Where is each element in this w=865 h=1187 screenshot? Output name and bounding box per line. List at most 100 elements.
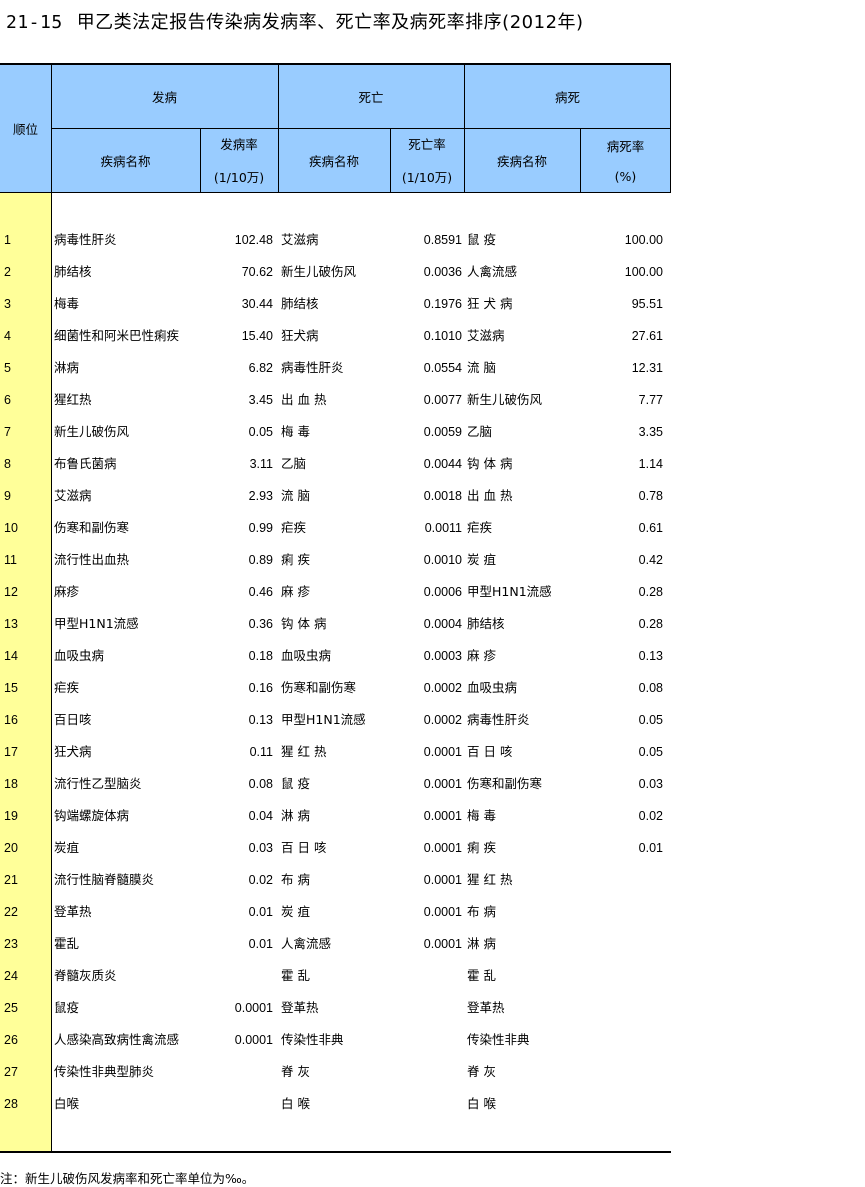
table-row: 11 流行性出血热 0.89 痢 疾 0.0010 炭 疽 0.42 [0, 544, 671, 576]
death-disease-name-header: 疾病名称 [308, 153, 359, 169]
death-disease-cell: 布 病 [281, 872, 310, 887]
fatality-rate-header-line2: (%) [614, 169, 637, 184]
fatality-rate-cell: 100.00 [624, 233, 663, 247]
incidence-disease-cell: 霍乱 [54, 936, 80, 951]
incidence-disease-cell: 淋病 [54, 360, 80, 375]
rank-cell: 5 [4, 361, 11, 375]
table-row: 2 肺结核 70.62 新生儿破伤风 0.0036 人禽流感 100.00 [0, 256, 671, 288]
fatality-disease-cell: 乙脑 [467, 424, 493, 439]
death-disease-cell: 甲型H1N1流感 [281, 712, 366, 727]
incidence-rate-cell: 3.11 [249, 457, 273, 471]
rank-cell: 28 [4, 1097, 18, 1111]
incidence-disease-cell: 血吸虫病 [54, 648, 105, 663]
incidence-rate-cell: 0.01 [248, 905, 273, 919]
fatality-group-header: 病死 [554, 89, 580, 105]
incidence-disease-cell: 鼠疫 [54, 1000, 80, 1015]
fatality-disease-cell: 登革热 [467, 1000, 505, 1015]
death-rate-cell: 0.0001 [423, 937, 462, 951]
table-row: 13 甲型H1N1流感 0.36 钩 体 病 0.0004 肺结核 0.28 [0, 608, 671, 640]
death-disease-cell: 血吸虫病 [281, 648, 332, 663]
incidence-disease-cell: 钩端螺旋体病 [54, 808, 130, 823]
rank-cell: 25 [4, 1001, 18, 1015]
incidence-disease-cell: 新生儿破伤风 [54, 424, 130, 439]
incidence-rate-cell: 0.89 [248, 553, 273, 567]
incidence-rate-cell: 3.45 [248, 393, 273, 407]
divider-incidence-rate [200, 128, 201, 192]
fatality-disease-cell: 麻 疹 [467, 648, 496, 663]
rank-cell: 22 [4, 905, 18, 919]
rank-cell: 17 [4, 745, 18, 759]
incidence-disease-name-header: 疾病名称 [100, 153, 151, 169]
fatality-rate-cell: 0.78 [638, 489, 663, 503]
rank-cell: 12 [4, 585, 18, 599]
incidence-disease-cell: 传染性非典型肺炎 [54, 1064, 155, 1079]
incidence-disease-cell: 流行性出血热 [54, 552, 130, 567]
table-row: 21 流行性脑脊髓膜炎 0.02 布 病 0.0001 猩 红 热 [0, 864, 671, 896]
fatality-disease-cell: 脊 灰 [467, 1064, 496, 1079]
death-rate-header-line1: 死亡率 [408, 137, 446, 152]
fatality-rate-cell: 0.42 [638, 553, 663, 567]
death-rate-cell: 0.8591 [423, 233, 462, 247]
fatality-disease-cell: 血吸虫病 [467, 680, 518, 695]
fatality-disease-cell: 鼠 疫 [467, 232, 496, 247]
death-rate-cell: 0.0010 [423, 553, 462, 567]
rank-cell: 20 [4, 841, 18, 855]
death-disease-cell: 淋 病 [281, 808, 310, 823]
fatality-rate-cell: 12.31 [631, 361, 663, 375]
rank-cell: 6 [4, 393, 11, 407]
fatality-disease-cell: 霍 乱 [467, 968, 496, 983]
table-row: 4 细菌性和阿米巴性痢疾 15.40 狂犬病 0.1010 艾滋病 27.61 [0, 320, 671, 352]
fatality-disease-cell: 百 日 咳 [467, 744, 513, 759]
table-row: 14 血吸虫病 0.18 血吸虫病 0.0003 麻 疹 0.13 [0, 640, 671, 672]
divider-fatality-rate [580, 128, 581, 192]
death-disease-cell: 百 日 咳 [281, 840, 327, 855]
death-rate-cell: 0.0001 [423, 841, 462, 855]
table-row: 22 登革热 0.01 炭 疽 0.0001 布 病 [0, 896, 671, 928]
divider-death-rate [390, 128, 391, 192]
incidence-disease-cell: 布鲁氏菌病 [54, 456, 117, 471]
incidence-disease-cell: 脊髓灰质炎 [54, 968, 117, 983]
fatality-rate-cell: 0.61 [638, 521, 663, 535]
incidence-rate-cell: 15.40 [241, 329, 273, 343]
incidence-disease-cell: 伤寒和副伤寒 [54, 520, 130, 535]
death-disease-cell: 脊 灰 [281, 1064, 310, 1079]
fatality-disease-cell: 猩 红 热 [467, 872, 513, 887]
fatality-rate-cell: 0.05 [638, 745, 663, 759]
fatality-disease-cell: 痢 疾 [467, 840, 496, 855]
table-row: 19 钩端螺旋体病 0.04 淋 病 0.0001 梅 毒 0.02 [0, 800, 671, 832]
death-disease-cell: 鼠 疫 [281, 776, 310, 791]
death-disease-cell: 狂犬病 [281, 328, 319, 343]
incidence-rate-cell: 0.08 [248, 777, 273, 791]
table-row: 26 人感染高致病性禽流感 0.0001 传染性非典 传染性非典 [0, 1024, 671, 1056]
table-row: 18 流行性乙型脑炎 0.08 鼠 疫 0.0001 伤寒和副伤寒 0.03 [0, 768, 671, 800]
death-disease-cell: 炭 疽 [281, 904, 310, 919]
fatality-disease-cell: 疟疾 [467, 520, 493, 535]
incidence-rate-cell: 70.62 [241, 265, 273, 279]
incidence-disease-cell: 流行性脑脊髓膜炎 [54, 872, 155, 887]
death-disease-cell: 猩 红 热 [281, 744, 327, 759]
header-mid-rule [51, 128, 671, 129]
divider-death-fatality [464, 64, 465, 192]
fatality-disease-cell: 梅 毒 [467, 808, 496, 823]
fatality-disease-cell: 出 血 热 [467, 488, 513, 503]
fatality-rate-header: 病死率 (%) [580, 128, 671, 192]
death-disease-cell: 钩 体 病 [281, 616, 327, 631]
death-disease-cell: 霍 乱 [281, 968, 310, 983]
fatality-disease-cell: 甲型H1N1流感 [467, 584, 552, 599]
death-disease-cell: 出 血 热 [281, 392, 327, 407]
incidence-disease-cell: 狂犬病 [54, 744, 92, 759]
table-row: 25 鼠疫 0.0001 登革热 登革热 [0, 992, 671, 1024]
incidence-disease-cell: 流行性乙型脑炎 [54, 776, 142, 791]
rank-cell: 1 [4, 233, 11, 247]
death-disease-cell: 登革热 [281, 1000, 319, 1015]
rank-cell: 11 [4, 553, 17, 567]
incidence-rate-cell: 0.99 [248, 521, 273, 535]
rank-cell: 21 [4, 873, 18, 887]
fatality-disease-cell: 传染性非典 [467, 1032, 530, 1047]
table-row: 6 猩红热 3.45 出 血 热 0.0077 新生儿破伤风 7.77 [0, 384, 671, 416]
table-row: 20 炭疽 0.03 百 日 咳 0.0001 痢 疾 0.01 [0, 832, 671, 864]
rank-cell: 7 [4, 425, 11, 439]
death-rate-cell: 0.0001 [423, 745, 462, 759]
death-disease-cell: 艾滋病 [281, 232, 319, 247]
incidence-rate-cell: 0.0001 [234, 1001, 273, 1015]
